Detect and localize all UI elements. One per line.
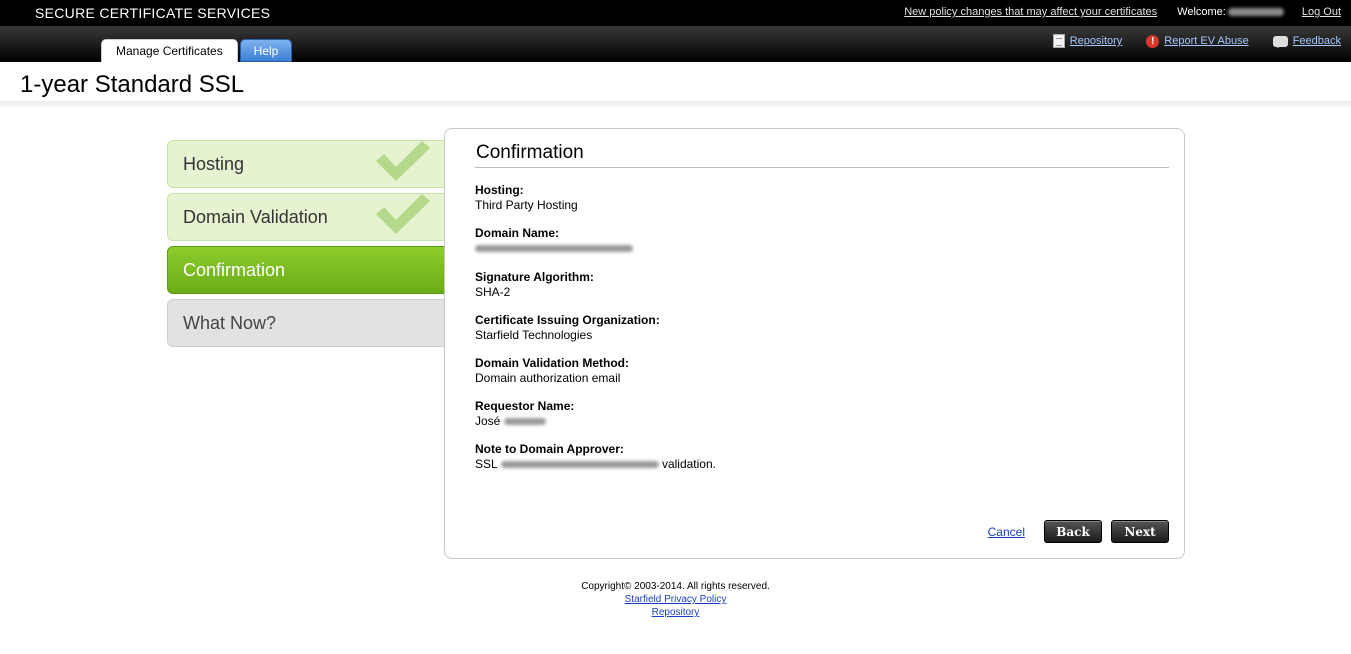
tab-manage-certificates[interactable]: Manage Certificates: [101, 39, 238, 62]
redacted-domain: [475, 245, 633, 253]
welcome-label: Welcome:: [1177, 6, 1226, 18]
repository-link[interactable]: Repository: [1070, 35, 1123, 47]
field-label: Certificate Issuing Organization:: [475, 313, 660, 327]
chat-bubble-icon: [1272, 35, 1288, 48]
field-label: Domain Validation Method:: [475, 356, 630, 370]
tab-help[interactable]: Help: [240, 39, 292, 62]
privacy-policy-link[interactable]: Starfield Privacy Policy: [0, 593, 1351, 606]
field-hosting: Hosting: Third Party Hosting: [475, 183, 578, 212]
report-ev-abuse-link[interactable]: Report EV Abuse: [1164, 35, 1248, 47]
footer: Copyright© 2003-2014. All rights reserve…: [0, 580, 1351, 619]
feedback-item: Feedback: [1272, 35, 1341, 48]
title-divider: [0, 101, 1351, 108]
brand-title: SECURE CERTIFICATE SERVICES: [35, 5, 271, 21]
step-hosting[interactable]: Hosting: [167, 140, 445, 188]
redacted-note-text: [500, 461, 659, 469]
step-label: Confirmation: [183, 260, 286, 280]
step-label: Domain Validation: [183, 207, 328, 227]
document-icon: [1052, 34, 1065, 48]
panel-title: Confirmation: [476, 142, 584, 163]
copyright-text: Copyright© 2003-2014. All rights reserve…: [581, 581, 770, 592]
redacted-username: [1227, 8, 1284, 16]
field-requestor-name: Requestor Name: José: [475, 399, 574, 428]
repository-item: Repository: [1052, 34, 1123, 48]
field-note-to-approver: Note to Domain Approver: SSL validation.: [475, 442, 716, 471]
note-prefix: SSL: [475, 457, 498, 471]
next-button[interactable]: Next: [1111, 520, 1169, 543]
step-confirmation[interactable]: Confirmation: [167, 246, 458, 294]
field-label: Note to Domain Approver:: [475, 442, 624, 456]
field-label: Signature Algorithm:: [475, 270, 594, 284]
footer-repository-link[interactable]: Repository: [0, 606, 1351, 619]
page-title: 1-year Standard SSL: [20, 71, 245, 98]
field-label: Requestor Name:: [475, 399, 575, 413]
top-right-links: New policy changes that may affect your …: [904, 6, 1341, 18]
field-value: SSL validation.: [475, 457, 716, 471]
checkmark-icon: [376, 141, 430, 181]
form-actions: Cancel Back Next: [988, 520, 1169, 543]
utility-links: Repository ! Report EV Abuse Feedback: [1029, 34, 1341, 48]
warning-icon: !: [1146, 34, 1160, 48]
field-signature-algorithm: Signature Algorithm: SHA-2: [475, 270, 594, 299]
checkmark-icon: [376, 194, 430, 234]
feedback-link[interactable]: Feedback: [1293, 35, 1341, 47]
field-value: Third Party Hosting: [475, 198, 578, 212]
cancel-link[interactable]: Cancel: [988, 525, 1025, 539]
step-label: What Now?: [183, 313, 277, 333]
field-issuing-organization: Certificate Issuing Organization: Starfi…: [475, 313, 660, 342]
top-bar: SECURE CERTIFICATE SERVICES New policy c…: [0, 0, 1351, 26]
step-label: Hosting: [183, 154, 245, 174]
field-validation-method: Domain Validation Method: Domain authori…: [475, 356, 629, 385]
field-value: SHA-2: [475, 285, 511, 299]
back-button[interactable]: Back: [1044, 520, 1102, 543]
requestor-first-name: José: [475, 414, 501, 428]
note-suffix: validation.: [661, 457, 716, 471]
field-value: [475, 241, 633, 255]
field-value: José: [475, 414, 574, 428]
tab-bar: Manage Certificates Help Repository ! Re…: [0, 26, 1351, 62]
report-abuse-item: ! Report EV Abuse: [1146, 34, 1249, 48]
field-value: Domain authorization email: [475, 371, 621, 385]
confirmation-panel: Confirmation Hosting: Third Party Hostin…: [444, 128, 1185, 559]
redacted-surname: [503, 418, 546, 426]
field-value: Starfield Technologies: [475, 328, 593, 342]
field-domain-name: Domain Name:: [475, 226, 633, 255]
field-label: Domain Name:: [475, 226, 560, 240]
field-label: Hosting:: [475, 183, 524, 197]
step-what-now[interactable]: What Now?: [167, 299, 445, 347]
policy-changes-link[interactable]: New policy changes that may affect your …: [904, 6, 1157, 18]
logout-link[interactable]: Log Out: [1302, 6, 1341, 18]
step-domain-validation[interactable]: Domain Validation: [167, 193, 445, 241]
panel-divider: [475, 167, 1169, 168]
